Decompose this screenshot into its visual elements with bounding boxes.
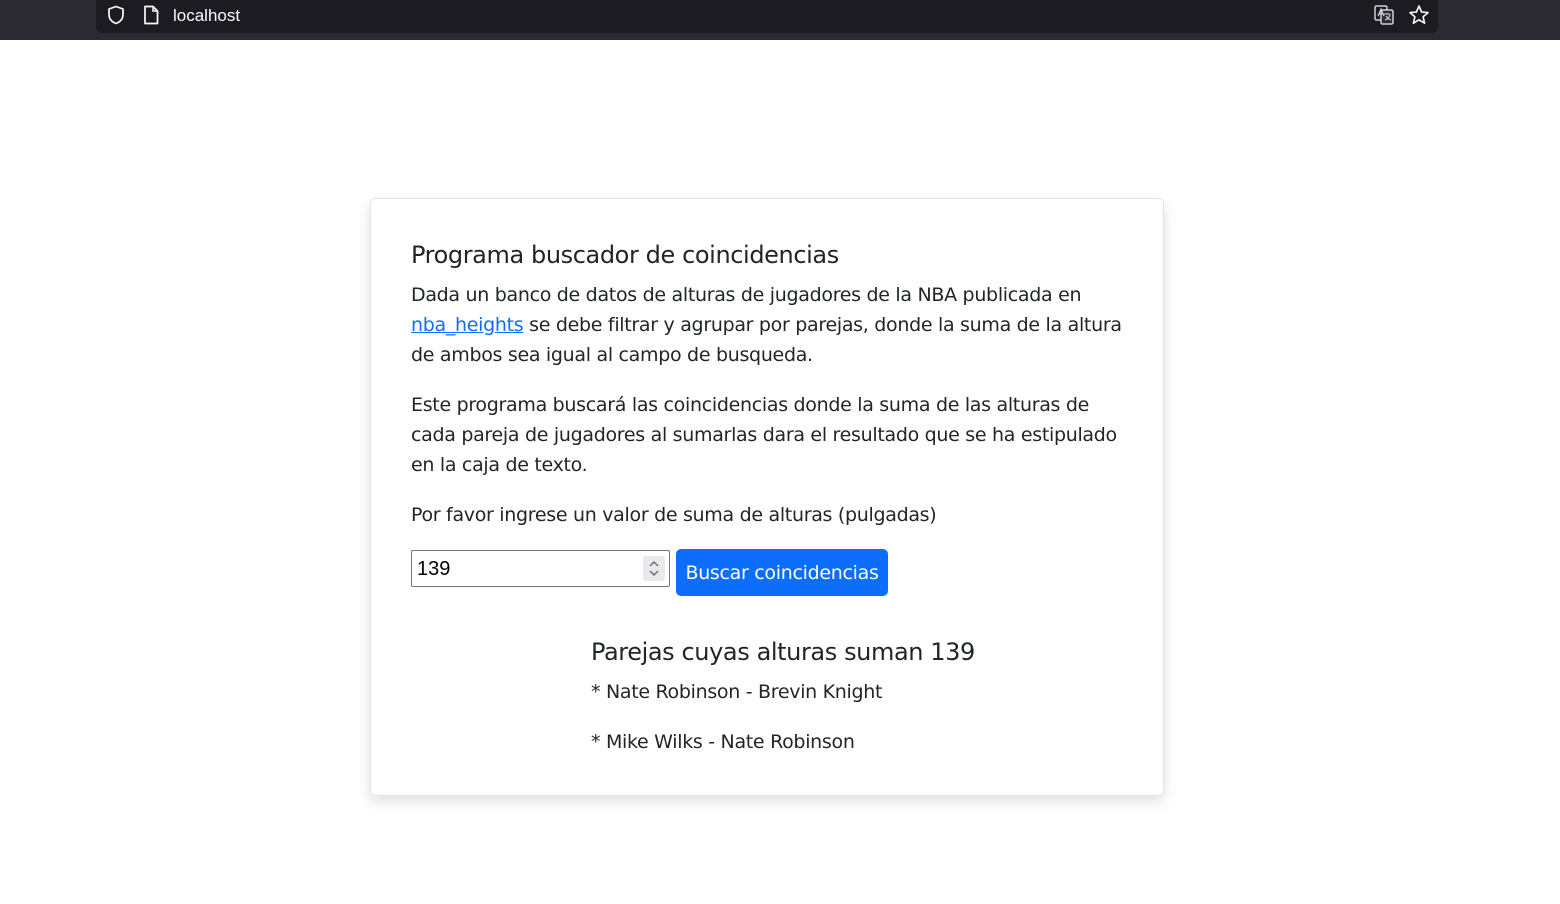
address-bar[interactable] [96,0,1438,33]
star-icon[interactable] [1408,4,1430,26]
input-prompt: Por favor ingrese un valor de suma de al… [411,504,937,526]
toolbar-divider [0,38,1560,40]
height-sum-input[interactable] [411,550,670,587]
list-item: * Mike Wilks - Nate Robinson [591,731,855,753]
browser-toolbar: localhost [0,0,1560,40]
search-button[interactable]: Buscar coincidencias [676,549,888,596]
description-paragraph: Este programa buscará las coincidencias … [411,394,1117,476]
card-title: Programa buscador de coincidencias [411,241,839,269]
shield-icon[interactable] [106,5,126,25]
list-item: * Nate Robinson - Brevin Knight [591,681,883,703]
results-title: Parejas cuyas alturas suman 139 [591,638,975,666]
spinner-arrows-icon[interactable] [643,556,665,581]
page-icon[interactable] [142,5,160,25]
translate-icon[interactable] [1373,4,1395,26]
intro-text: Dada un banco de datos de alturas de jug… [411,284,1082,306]
intro-paragraph: Dada un banco de datos de alturas de jug… [411,280,1131,370]
nba-heights-link[interactable]: nba_heights [411,314,524,336]
number-spinner[interactable] [643,556,665,581]
url-text[interactable]: localhost [173,5,240,27]
search-card: Programa buscador de coincidencias Dada … [370,198,1164,796]
results-section: Parejas cuyas alturas suman 139 * Nate R… [591,634,1111,753]
